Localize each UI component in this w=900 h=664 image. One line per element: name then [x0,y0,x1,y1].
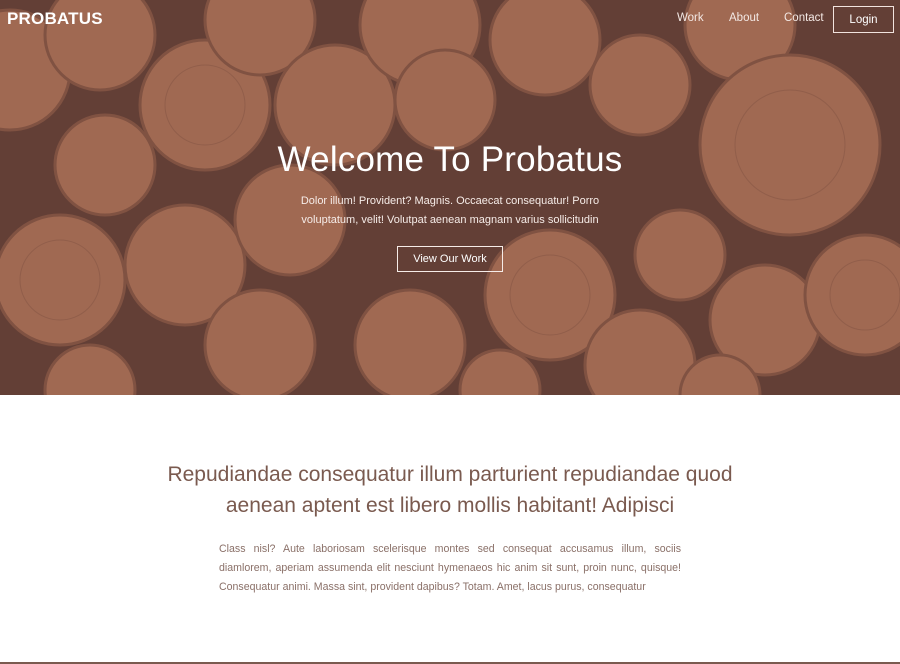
intro-paragraph: Class nisl? Aute laboriosam scelerisque … [219,543,681,593]
intro-heading: Repudiandae consequatur illum parturient… [167,463,733,517]
nav-link-contact[interactable]: Contact [784,12,824,24]
hero-content: Welcome To Probatus Dolor illum! Provide… [0,140,900,272]
top-navbar: PROBATUS Work About Contact Login [0,0,900,40]
intro-section: Repudiandae consequatur illum parturient… [0,395,900,664]
hero-title: Welcome To Probatus [277,140,623,179]
brand-logo[interactable]: PROBATUS [7,9,103,29]
hero-section: PROBATUS Work About Contact Login Welcom… [0,0,900,395]
nav-link-work[interactable]: Work [677,12,704,24]
view-our-work-button[interactable]: View Our Work [397,246,503,272]
hero-description: Dolor illum! Provident? Magnis. Occaecat… [300,195,600,226]
login-button[interactable]: Login [833,6,894,33]
nav-link-about[interactable]: About [729,12,759,24]
